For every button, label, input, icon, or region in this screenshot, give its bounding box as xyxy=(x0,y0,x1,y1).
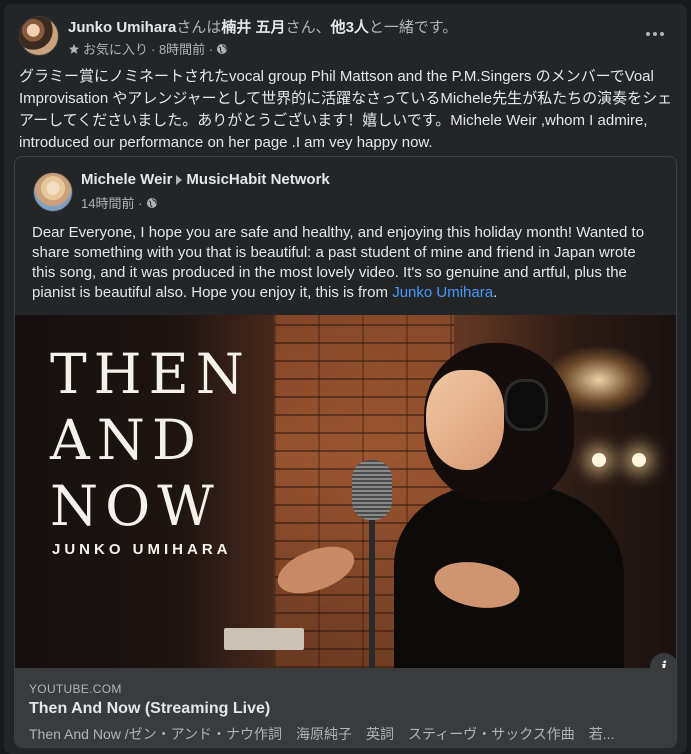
link-preview[interactable]: YOUTUBE.COM Then And Now (Streaming Live… xyxy=(15,668,676,747)
dot-icon xyxy=(646,32,650,36)
album-sleeve xyxy=(224,628,304,650)
headphones-icon xyxy=(504,379,548,431)
post-body: グラミー賞にノミネートされたvocal group Phil Mattson a… xyxy=(19,68,673,151)
mention-link[interactable]: Junko Umihara xyxy=(392,284,493,301)
more-options-button[interactable] xyxy=(643,26,667,42)
author-avatar[interactable] xyxy=(19,16,59,56)
link-source: YOUTUBE.COM xyxy=(29,682,122,696)
video-thumbnail[interactable]: THEN AND NOW JUNKO UMIHARA i xyxy=(15,315,676,668)
tagged-person-link[interactable]: 楠井 五月 xyxy=(221,19,285,36)
dot-icon xyxy=(653,32,657,36)
studio-light xyxy=(632,453,646,467)
video-artist-art: JUNKO UMIHARA xyxy=(52,541,232,558)
shared-time[interactable]: 14時間前 · xyxy=(81,193,142,212)
link-description: Then And Now /ゼン・アンド・ナウ作詞 海原純子 英詞 スティーヴ・… xyxy=(29,726,615,742)
shared-author-link[interactable]: Michele Weir xyxy=(81,171,172,188)
link-title[interactable]: Then And Now (Streaming Live) xyxy=(29,700,270,718)
studio-light xyxy=(592,453,606,467)
others-link[interactable]: 他3人 xyxy=(331,19,369,36)
triangle-right-icon xyxy=(176,174,183,185)
mic-stand xyxy=(369,515,375,668)
shared-meta: 14時間前 · xyxy=(81,193,158,212)
post-author-line: Junko Umiharaさんは楠井 五月さん、他3人と一緒です。 xyxy=(68,18,457,38)
with-text-1: さんは xyxy=(176,19,222,36)
globe-icon[interactable] xyxy=(146,197,158,209)
post-card: Junko Umiharaさんは楠井 五月さん、他3人と一緒です。 お気に入り … xyxy=(4,4,687,754)
shared-body-end: . xyxy=(493,284,498,301)
shared-body-text: Dear Everyone, I hope you are safe and h… xyxy=(32,224,645,301)
shared-post: Michele Weir MusicHabit Network 14時間前 · … xyxy=(14,156,677,748)
singer-face xyxy=(426,370,504,470)
video-title-art: THEN AND NOW xyxy=(50,342,251,538)
shared-body: Dear Everyone, I hope you are safe and h… xyxy=(32,223,662,303)
shared-author-avatar[interactable] xyxy=(33,172,73,212)
post-time[interactable]: · 8時間前 · xyxy=(151,39,213,58)
globe-icon[interactable] xyxy=(216,43,228,55)
with-text-3: と一緒です。 xyxy=(368,19,458,36)
dot-icon xyxy=(660,32,664,36)
info-icon[interactable]: i xyxy=(650,653,676,668)
with-text-2: さん、 xyxy=(285,19,331,36)
shared-author-line: Michele Weir MusicHabit Network xyxy=(81,171,330,188)
favorite-label[interactable]: お気に入り xyxy=(83,39,148,58)
microphone-icon xyxy=(352,460,392,520)
shared-page-link[interactable]: MusicHabit Network xyxy=(186,171,329,188)
post-meta: お気に入り · 8時間前 · xyxy=(68,39,228,58)
star-icon xyxy=(69,43,79,54)
author-name-link[interactable]: Junko Umihara xyxy=(68,19,176,36)
